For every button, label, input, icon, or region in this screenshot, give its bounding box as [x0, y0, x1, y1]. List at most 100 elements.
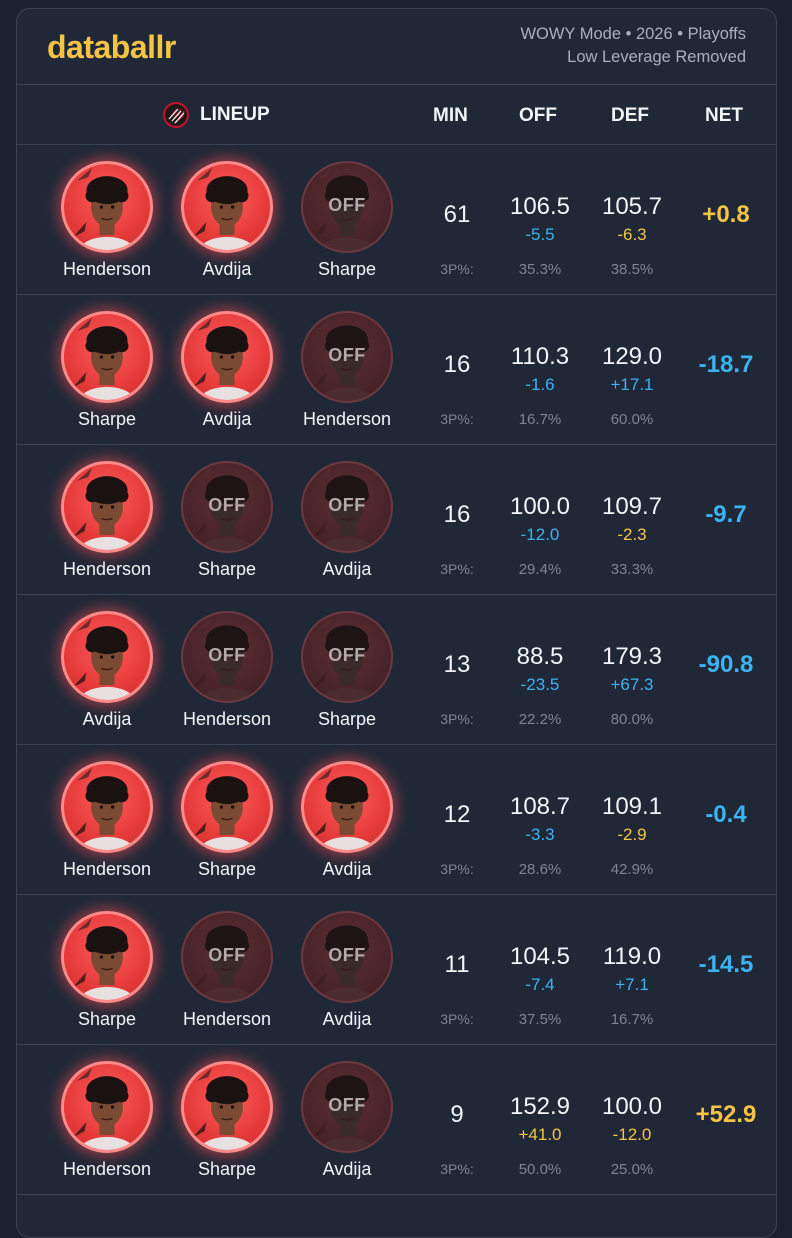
- def-rating-delta: +7.1: [615, 975, 649, 994]
- player-name: Avdija: [322, 1159, 372, 1179]
- net-rating-value: +52.9: [695, 1101, 757, 1128]
- def-column-header[interactable]: DEF: [611, 105, 649, 127]
- player-name: Henderson: [62, 1159, 152, 1179]
- minutes-value: 12: [443, 801, 471, 828]
- player-name: Sharpe: [317, 709, 377, 729]
- leverage-label: Low Leverage Removed: [567, 48, 746, 66]
- player-sharpe[interactable]: Sharpe: [167, 761, 287, 880]
- player-on-avatar[interactable]: [61, 911, 153, 1003]
- player-on-avatar[interactable]: [61, 311, 153, 403]
- player-off-avatar[interactable]: OFF: [301, 311, 393, 403]
- player-off-avatar[interactable]: OFF: [301, 911, 393, 1003]
- three-pt-label: 3P%:: [440, 711, 474, 727]
- player-sharpe[interactable]: OFF Sharpe: [287, 161, 407, 280]
- databallr-logo[interactable]: databallr: [47, 29, 176, 66]
- player-name: Sharpe: [317, 259, 377, 279]
- player-henderson[interactable]: OFF Henderson: [287, 311, 407, 430]
- def-rating-delta: -6.3: [617, 225, 647, 244]
- off-rating-value: 88.5: [516, 643, 564, 670]
- player-on-avatar[interactable]: [181, 311, 273, 403]
- net-rating-value: -18.7: [698, 351, 754, 378]
- player-on-avatar[interactable]: [61, 161, 153, 253]
- player-avdija[interactable]: Avdija: [167, 311, 287, 430]
- player-off-avatar[interactable]: OFF: [301, 1061, 393, 1153]
- player-off-avatar[interactable]: OFF: [181, 461, 273, 553]
- player-avdija[interactable]: Avdija: [287, 761, 407, 880]
- player-name: Sharpe: [77, 1009, 137, 1029]
- lineup-row[interactable]: Sharpe OFF Henderson OFF Avdija 11 3P%: 104.5 -7…: [17, 895, 776, 1045]
- off-rating-delta: -5.5: [525, 225, 555, 244]
- off-badge: OFF: [328, 945, 366, 965]
- def-three-pt-value: 38.5%: [610, 261, 654, 278]
- player-henderson[interactable]: Henderson: [47, 461, 167, 580]
- lineup-row[interactable]: Avdija OFF Henderson OFF Sharpe 13 3P%: 88.5 -23…: [17, 595, 776, 745]
- player-on-avatar[interactable]: [61, 761, 153, 853]
- player-henderson[interactable]: OFF Henderson: [167, 911, 287, 1030]
- lineup-column-header[interactable]: LINEUP: [162, 101, 270, 129]
- player-henderson[interactable]: OFF Henderson: [167, 611, 287, 730]
- player-off-avatar[interactable]: OFF: [181, 611, 273, 703]
- net-column-header[interactable]: NET: [705, 105, 743, 127]
- minutes-value: 61: [443, 201, 471, 228]
- off-rating-value: 104.5: [509, 943, 571, 970]
- minutes-value: 13: [443, 651, 471, 678]
- mode-season-label: WOWY Mode • 2026 • Playoffs: [520, 25, 746, 43]
- player-name: Avdija: [202, 409, 252, 429]
- lineup-row[interactable]: Henderson Sharpe Avdija 12 3P%: 108.7 -3.3 28.6…: [17, 745, 776, 895]
- player-off-avatar[interactable]: OFF: [301, 611, 393, 703]
- player-on-avatar[interactable]: [301, 761, 393, 853]
- player-henderson[interactable]: Henderson: [47, 161, 167, 280]
- player-on-avatar[interactable]: [181, 761, 273, 853]
- three-pt-label: 3P%:: [440, 561, 474, 577]
- three-pt-label: 3P%:: [440, 1011, 474, 1027]
- player-name: Avdija: [322, 559, 372, 579]
- off-rating-delta: -1.6: [525, 375, 555, 394]
- off-rating-value: 152.9: [509, 1093, 571, 1120]
- off-badge: OFF: [328, 645, 366, 665]
- net-rating-value: -14.5: [698, 951, 754, 978]
- player-henderson[interactable]: Henderson: [47, 761, 167, 880]
- player-on-avatar[interactable]: [181, 1061, 273, 1153]
- lineup-row[interactable]: Henderson Sharpe OFF Avdija 9 3P%: 152.9 +41.0 5…: [17, 1045, 776, 1195]
- off-three-pt-value: 50.0%: [518, 1161, 562, 1178]
- player-sharpe[interactable]: Sharpe: [167, 1061, 287, 1180]
- def-rating-value: 119.0: [602, 943, 662, 970]
- player-avdija[interactable]: OFF Avdija: [287, 461, 407, 580]
- player-on-avatar[interactable]: [181, 161, 273, 253]
- off-rating-delta: -23.5: [520, 675, 560, 694]
- minutes-value: 9: [450, 1101, 464, 1128]
- lineup-row[interactable]: Henderson Avdija OFF Sharpe 61 3P%: 106.5 -5.5 3…: [17, 145, 776, 295]
- off-rating-value: 108.7: [509, 793, 571, 820]
- player-off-avatar[interactable]: OFF: [181, 911, 273, 1003]
- player-off-avatar[interactable]: OFF: [301, 161, 393, 253]
- player-sharpe[interactable]: Sharpe: [47, 311, 167, 430]
- off-three-pt-value: 16.7%: [518, 411, 562, 428]
- off-column-header[interactable]: OFF: [519, 105, 557, 127]
- lineup-row[interactable]: Sharpe Avdija OFF Henderson 16 3P%: 110.3 -1.6 1…: [17, 295, 776, 445]
- min-column-header[interactable]: MIN: [433, 105, 468, 127]
- player-name: Sharpe: [197, 1159, 257, 1179]
- player-on-avatar[interactable]: [61, 461, 153, 553]
- player-avdija[interactable]: Avdija: [47, 611, 167, 730]
- def-rating-delta: -2.9: [617, 825, 647, 844]
- column-headers: LINEUP MIN OFF DEF NET: [17, 85, 776, 145]
- def-rating-value: 109.7: [601, 493, 663, 520]
- wowy-card: databallr WOWY Mode • 2026 • Playoffs Lo…: [16, 8, 777, 1238]
- player-sharpe[interactable]: Sharpe: [47, 911, 167, 1030]
- player-on-avatar[interactable]: [61, 1061, 153, 1153]
- off-three-pt-value: 37.5%: [518, 1011, 562, 1028]
- player-sharpe[interactable]: OFF Sharpe: [167, 461, 287, 580]
- player-avdija[interactable]: Avdija: [167, 161, 287, 280]
- player-on-avatar[interactable]: [61, 611, 153, 703]
- player-henderson[interactable]: Henderson: [47, 1061, 167, 1180]
- three-pt-label: 3P%:: [440, 861, 474, 877]
- player-sharpe[interactable]: OFF Sharpe: [287, 611, 407, 730]
- off-badge: OFF: [328, 1095, 366, 1115]
- three-pt-label: 3P%:: [440, 411, 474, 427]
- lineup-row[interactable]: Henderson OFF Sharpe OFF Avdija 16 3P%: 100.0 -1…: [17, 445, 776, 595]
- player-name: Sharpe: [197, 859, 257, 879]
- def-rating-value: 100.0: [601, 1093, 663, 1120]
- player-avdija[interactable]: OFF Avdija: [287, 911, 407, 1030]
- player-off-avatar[interactable]: OFF: [301, 461, 393, 553]
- player-avdija[interactable]: OFF Avdija: [287, 1061, 407, 1180]
